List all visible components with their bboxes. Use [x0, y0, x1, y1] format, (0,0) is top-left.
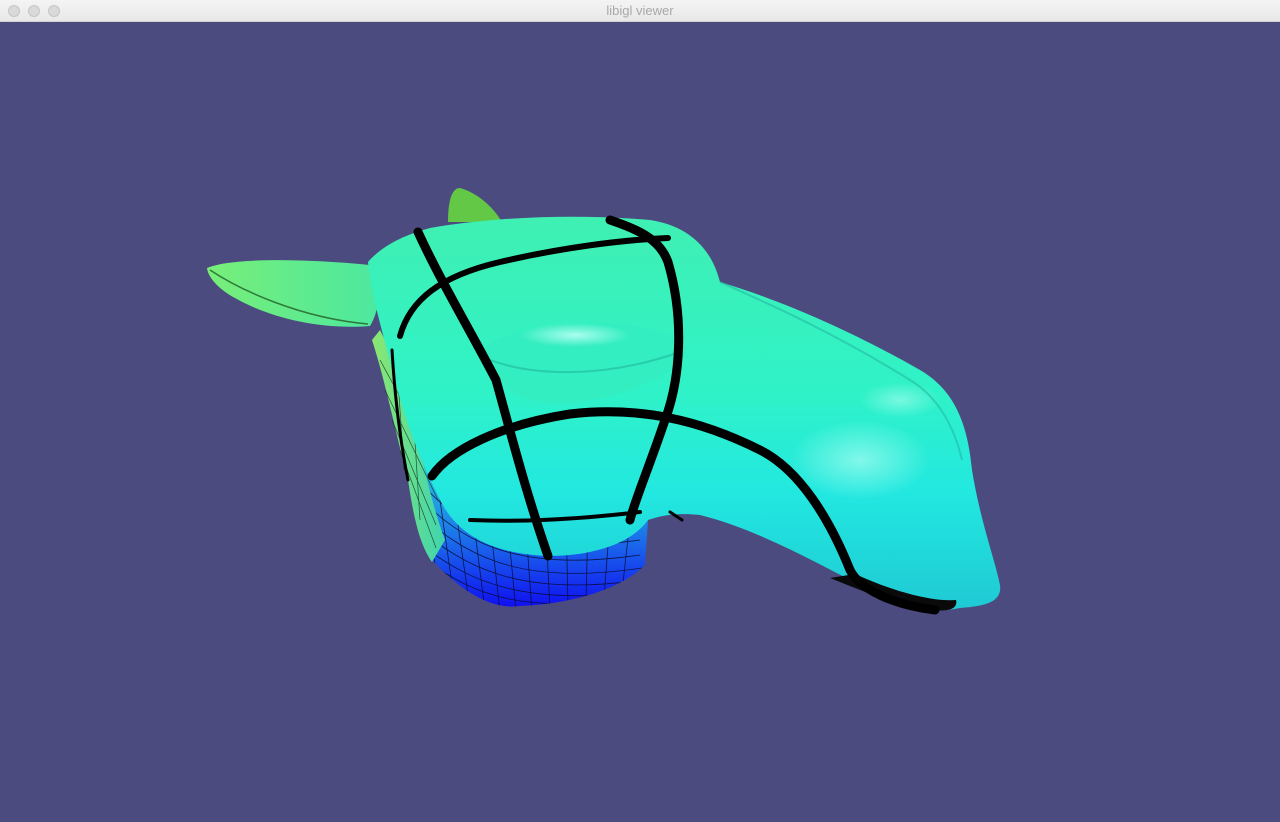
3d-viewport[interactable]: [0, 22, 1280, 822]
mesh-render[interactable]: [0, 22, 1280, 822]
window-title: libigl viewer: [606, 3, 674, 18]
left-ear: [207, 260, 379, 327]
back-ear: [448, 188, 502, 222]
app-window: libigl viewer: [0, 0, 1280, 822]
title-bar[interactable]: libigl viewer: [0, 0, 1280, 22]
